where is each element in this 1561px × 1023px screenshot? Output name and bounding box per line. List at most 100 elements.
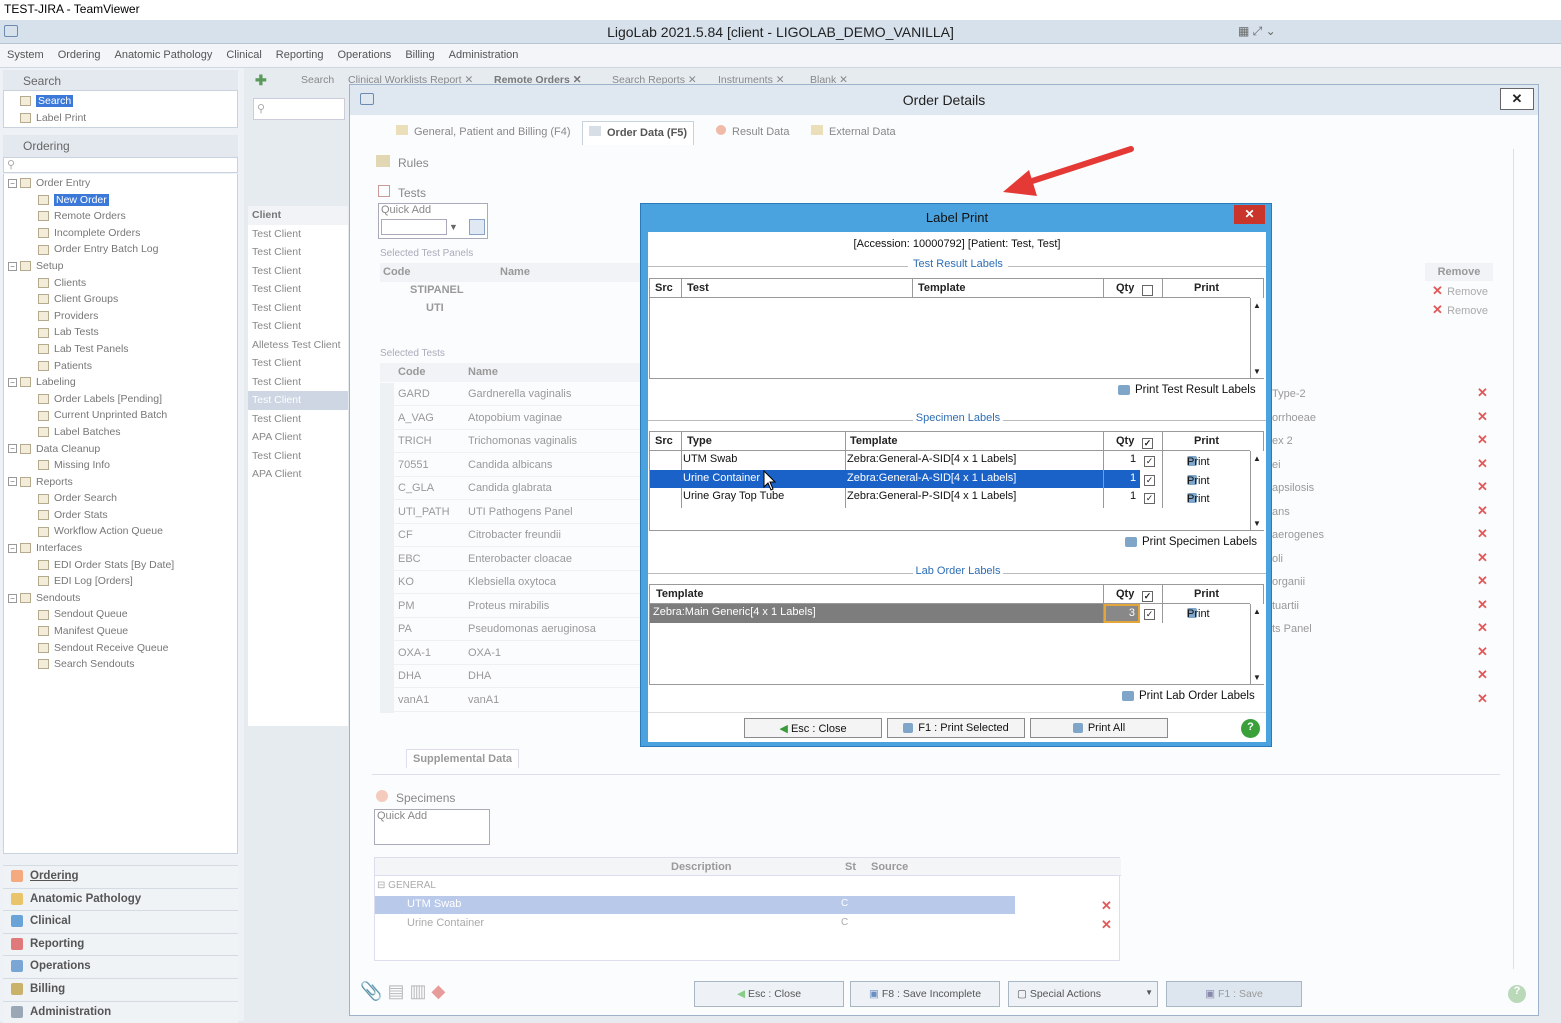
remove-test-icon[interactable]: ✕ [1477,645,1489,658]
remove-test-icon[interactable]: ✕ [1477,410,1489,423]
tree-item[interactable]: Lab Tests [8,324,237,341]
menu-operations[interactable]: Operations [331,44,399,61]
nav-reporting[interactable]: Reporting [3,932,238,955]
specimen-label-row[interactable]: Urine Gray Top Tube Zebra:General-P-SID[4… [650,488,1250,507]
test-row[interactable]: 70551 Candida albicans [394,454,640,477]
tree-item[interactable]: Clients [8,275,237,292]
specimen-group[interactable]: ⊟ GENERAL [377,880,436,891]
collapse-icon[interactable]: − [8,477,17,487]
remove-test-icon[interactable]: ✕ [1477,574,1489,587]
client-row[interactable]: Alletess Test Client [248,336,348,355]
test-row[interactable]: KO Klebsiella oxytoca [394,571,640,594]
close-icon[interactable]: ✕ [1234,205,1265,224]
tree-group[interactable]: − Reports [8,474,237,491]
tree-item[interactable]: Workflow Action Queue [8,523,237,540]
tree-item[interactable]: Order Stats [8,507,237,524]
help-icon[interactable]: ? [1241,719,1260,738]
order-details-scrollbar[interactable] [1513,149,1527,969]
close-button[interactable]: ◀ Esc : Close [694,981,844,1007]
tree-item[interactable]: Label Batches [8,424,237,441]
remove-specimen-icon[interactable]: ✕ [1101,918,1113,931]
test-row[interactable]: C_GLA Candida glabrata [394,477,640,500]
tree-item[interactable]: EDI Log [Orders] [8,573,237,590]
lab-order-scrollbar[interactable]: ▲ ▼ [1250,604,1264,684]
tree-item[interactable]: Client Groups [8,291,237,308]
nav-anatomic-pathology[interactable]: Anatomic Pathology [3,887,238,910]
remove-test-icon[interactable]: ✕ [1477,668,1489,681]
rules-section[interactable]: Rules [376,155,429,170]
menu-clinical[interactable]: Clinical [219,44,268,61]
remove-test-icon[interactable]: ✕ [1477,692,1489,705]
specimen-scrollbar[interactable]: ▲ ▼ [1250,451,1264,530]
client-row[interactable]: Test Client [248,299,348,318]
panel-row[interactable]: STIPANEL [410,284,464,296]
quick-add-input[interactable] [381,219,447,235]
tree-item[interactable]: Order Search [8,490,237,507]
menu-billing[interactable]: Billing [398,44,441,61]
ordering-section-header[interactable]: Ordering [3,135,238,157]
print-specimen-labels-link[interactable]: Print Specimen Labels [1125,536,1257,548]
test-row[interactable]: GARD Gardnerella vaginalis [394,383,640,406]
background-search-input[interactable]: ⚲ [253,98,345,120]
specimen-label-row[interactable]: UTM Swab Zebra:General-A-SID[4 x 1 Labels… [650,451,1250,470]
tree-item[interactable]: New Order [8,192,237,209]
tree-item[interactable]: Order Labels [Pending] [8,391,237,408]
test-row[interactable]: OXA-1 OXA-1 [394,642,640,665]
esc-close-button[interactable]: ◀ Esc : Close [744,718,882,738]
nav-administration[interactable]: Administration [3,1000,238,1023]
tree-item[interactable]: Incomplete Orders [8,225,237,242]
tab-order-data[interactable]: Order Data (F5) [582,121,695,145]
print-lab-order-labels-link[interactable]: Print Lab Order Labels [1122,690,1255,702]
menu-administration[interactable]: Administration [442,44,526,61]
tree-item[interactable]: Search Sendouts [8,656,237,673]
test-row[interactable]: DHA DHA [394,665,640,688]
quick-add-dropdown-icon[interactable]: ▼ [449,219,463,235]
test-row[interactable]: EBC Enterobacter cloacae [394,548,640,571]
tree-group[interactable]: − Sendouts [8,590,237,607]
remove-test-icon[interactable]: ✕ [1477,598,1489,611]
tree-item[interactable]: Lab Test Panels [8,341,237,358]
remove-panel-button[interactable]: ✕ Remove [1432,284,1488,298]
lab-order-row[interactable]: Zebra:Main Generic[4 x 1 Labels] 3 ✓ Pri… [650,604,1250,623]
search-item[interactable]: Search [20,93,237,110]
tree-group[interactable]: − Order Entry [8,175,237,192]
test-row[interactable]: UTI_PATH UTI Pathogens Panel [394,501,640,524]
client-row[interactable]: Test Client [248,262,348,281]
tree-group[interactable]: − Labeling [8,374,237,391]
client-row[interactable]: Test Client [248,317,348,336]
client-row[interactable]: Test Client [248,280,348,299]
tab-general[interactable]: General, Patient and Billing (F4) [396,125,571,138]
specimens-section[interactable]: Specimens [376,790,455,805]
tab-result-data[interactable]: Result Data [716,125,789,138]
tree-item[interactable]: Providers [8,308,237,325]
client-row[interactable]: Test Client [248,243,348,262]
test-row[interactable]: PA Pseudomonas aeruginosa [394,618,640,641]
menu-ordering[interactable]: Ordering [51,44,108,61]
label-print-item[interactable]: Label Print [20,110,237,127]
client-row[interactable]: Test Client [248,373,348,392]
remove-test-icon[interactable]: ✕ [1477,527,1489,540]
test-row[interactable]: TRICH Trichomonas vaginalis [394,430,640,453]
specimen-label-row[interactable]: Urine Container Zebra:General-A-SID[4 x 1… [650,469,1250,488]
test-row[interactable]: PM Proteus mirabilis [394,595,640,618]
nav-billing[interactable]: Billing [3,978,238,1000]
printer-icon[interactable]: ▥ [409,981,426,1001]
remove-test-icon[interactable]: ✕ [1477,504,1489,517]
menu-anatomic-pathology[interactable]: Anatomic Pathology [107,44,219,61]
collapse-icon[interactable]: − [8,444,17,454]
remove-specimen-icon[interactable]: ✕ [1101,899,1113,912]
specimen-quick-add[interactable]: Quick Add [374,809,490,845]
test-row[interactable]: A_VAG Atopobium vaginae [394,407,640,430]
collapse-icon[interactable]: − [8,593,17,603]
tree-item[interactable]: Patients [8,358,237,375]
tree-group[interactable]: − Setup [8,258,237,275]
tree-group[interactable]: − Data Cleanup [8,441,237,458]
tree-item[interactable]: Sendout Receive Queue [8,640,237,657]
client-row[interactable]: Test Client [248,354,348,373]
add-tab-icon[interactable]: ✚ [255,72,267,89]
test-result-scrollbar[interactable]: ▲ ▼ [1250,298,1264,378]
panel-row[interactable]: UTI [426,302,444,314]
window-options-icon[interactable]: ▦ ⤢ ⌄ [1238,24,1286,40]
nav-operations[interactable]: Operations [3,955,238,978]
client-row[interactable]: APA Client [248,428,348,447]
